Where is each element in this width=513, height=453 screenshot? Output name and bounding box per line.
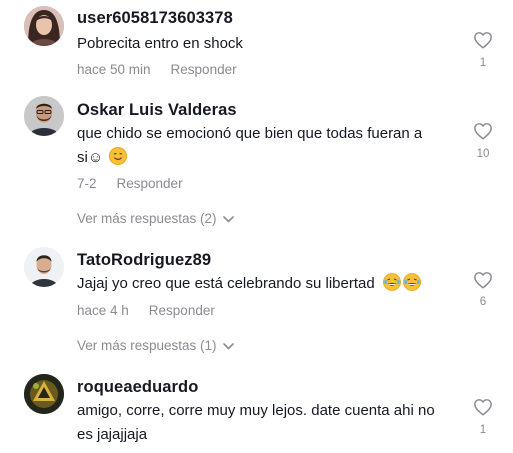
- comment-text: que chido se emocionó que bien que todas…: [77, 122, 457, 170]
- avatar-woman-icon: [24, 6, 64, 46]
- avatar[interactable]: [24, 247, 64, 287]
- reply-button[interactable]: Responder: [117, 176, 183, 191]
- comment-text-line: que chido se emocionó que bien que todas…: [77, 125, 423, 142]
- laughing-tears-emoji-icon: [402, 273, 421, 291]
- comment-text: Jajaj yo creo que está celebrando su lib…: [77, 272, 457, 296]
- comment-meta: hace 4 h Responder: [77, 303, 215, 318]
- heart-icon: [474, 399, 492, 416]
- like-count: 6: [479, 296, 487, 308]
- avatar[interactable]: [24, 6, 64, 46]
- comment-time: 7-2: [77, 176, 97, 191]
- avatar[interactable]: [24, 374, 64, 414]
- comment-text: Pobrecita entro en shock: [77, 35, 243, 52]
- comment-item: user6058173603378 Pobrecita entro en sho…: [0, 0, 513, 90]
- comment-username[interactable]: user6058173603378: [77, 9, 233, 28]
- chevron-down-icon: [222, 338, 234, 353]
- view-more-replies-button[interactable]: Ver más respuestas (1): [77, 338, 234, 353]
- comment-text-line: Jajaj yo creo que está celebrando su lib…: [77, 275, 375, 292]
- comment-text-line: si☺: [77, 149, 104, 166]
- like-button[interactable]: [472, 122, 494, 140]
- smiling-face-emoji-icon: [109, 147, 128, 165]
- comment-meta: 7-2 Responder: [77, 176, 183, 191]
- reply-button[interactable]: Responder: [171, 62, 237, 77]
- comment-text-line: es jajajjaja: [77, 426, 148, 443]
- view-more-replies-button[interactable]: Ver más respuestas (2): [77, 211, 234, 226]
- avatar-emblem-icon: [24, 374, 64, 414]
- comment-item: roqueaeduardo amigo, corre, corre muy mu…: [0, 368, 513, 453]
- comment-username[interactable]: Oskar Luis Valderas: [77, 101, 237, 120]
- comment-username[interactable]: roqueaeduardo: [77, 378, 198, 397]
- comment-time: hace 50 min: [77, 62, 151, 77]
- heart-icon: [474, 32, 492, 49]
- heart-icon: [474, 272, 492, 289]
- like-count: 10: [476, 148, 490, 160]
- like-button[interactable]: [472, 271, 494, 289]
- like-count: 1: [479, 57, 487, 69]
- comment-username[interactable]: TatoRodriguez89: [77, 251, 211, 270]
- comment-time: hace 4 h: [77, 303, 129, 318]
- view-more-replies-label: Ver más respuestas (2): [77, 211, 217, 226]
- comment-item: TatoRodriguez89 Jajaj yo creo que está c…: [0, 240, 513, 365]
- like-count: 1: [479, 424, 487, 436]
- laughing-tears-emoji-icon: [382, 273, 401, 291]
- comment-text-line: amigo, corre, corre muy muy lejos. date …: [77, 402, 435, 419]
- avatar-man-icon: [24, 96, 64, 136]
- reply-button[interactable]: Responder: [149, 303, 215, 318]
- comment-text-line-wrapper: si☺: [77, 146, 457, 170]
- chevron-down-icon: [222, 211, 234, 226]
- view-more-replies-label: Ver más respuestas (1): [77, 338, 217, 353]
- heart-icon: [474, 123, 492, 140]
- like-button[interactable]: [472, 31, 494, 49]
- comment-item: Oskar Luis Valderas que chido se emocion…: [0, 92, 513, 232]
- avatar-man-photo-icon: [24, 247, 64, 287]
- comment-meta: hace 50 min Responder: [77, 62, 237, 77]
- like-button[interactable]: [472, 398, 494, 416]
- comment-text: amigo, corre, corre muy muy lejos. date …: [77, 399, 457, 447]
- avatar[interactable]: [24, 96, 64, 136]
